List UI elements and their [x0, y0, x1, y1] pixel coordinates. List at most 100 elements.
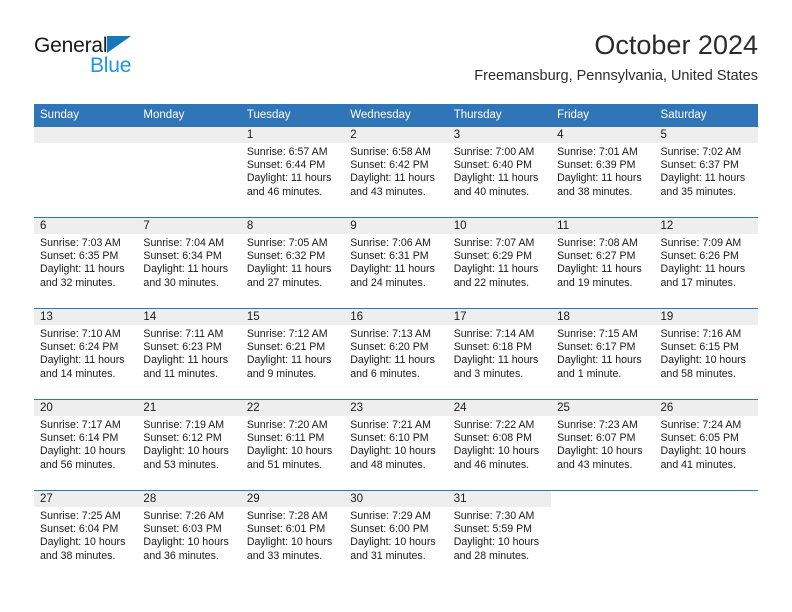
day-number: 29: [240, 491, 345, 507]
calendar-day-cell[interactable]: 5 Sunrise: 7:02 AM Sunset: 6:37 PM Daylight…: [654, 127, 758, 218]
day-details: Sunrise: 7:06 AM Sunset: 6:31 PM Daylight:…: [344, 234, 447, 290]
calendar-day-cell[interactable]: 30 Sunrise: 7:29 AM Sunset: 6:00 PM Dayligh…: [344, 490, 448, 581]
calendar-day-cell[interactable]: [551, 490, 655, 581]
sunset-time: Sunset: 6:42 PM: [350, 159, 429, 172]
calendar-day-cell[interactable]: 4 Sunrise: 7:01 AM Sunset: 6:39 PM Daylight…: [551, 127, 655, 218]
calendar-day-cell[interactable]: 17 Sunrise: 7:14 AM Sunset: 6:18 PM Dayligh…: [447, 308, 552, 400]
sunset-time: Sunset: 6:03 PM: [143, 523, 222, 536]
daylight-duration-line1: Daylight: 11 hours: [350, 354, 435, 367]
calendar-day-cell[interactable]: 29 Sunrise: 7:28 AM Sunset: 6:01 PM Dayligh…: [240, 490, 345, 581]
calendar-week-row: 20 Sunrise: 7:17 AM Sunset: 6:14 PM Dayligh…: [34, 399, 758, 491]
page-title: October 2024: [594, 30, 758, 60]
sunrise-time: Sunrise: 7:19 AM: [143, 419, 225, 431]
day-cell-content: 9 Sunrise: 7:06 AM Sunset: 6:31 PM Daylight…: [344, 218, 448, 308]
calendar-day-cell[interactable]: 13 Sunrise: 7:10 AM Sunset: 6:24 PM Dayligh…: [34, 308, 138, 400]
sunset-time: Sunset: 6:04 PM: [40, 523, 119, 536]
sunset-time: Sunset: 6:24 PM: [40, 341, 119, 354]
day-cell-content: 3 Sunrise: 7:00 AM Sunset: 6:40 PM Daylight…: [447, 127, 552, 217]
daylight-duration-line1: Daylight: 11 hours: [557, 263, 642, 276]
calendar-body: 1 Sunrise: 6:57 AM Sunset: 6:44 PM Daylight…: [34, 127, 758, 581]
day-details: Sunrise: 7:14 AM Sunset: 6:18 PM Daylight:…: [448, 325, 551, 381]
calendar-day-cell[interactable]: 28 Sunrise: 7:26 AM Sunset: 6:03 PM Dayligh…: [137, 490, 241, 581]
calendar-day-cell[interactable]: 6 Sunrise: 7:03 AM Sunset: 6:35 PM Daylight…: [34, 217, 138, 309]
day-number: 31: [447, 491, 552, 507]
calendar-day-cell[interactable]: [654, 490, 758, 581]
calendar-day-cell[interactable]: 25 Sunrise: 7:23 AM Sunset: 6:07 PM Dayligh…: [551, 399, 655, 491]
day-cell-content: 18 Sunrise: 7:15 AM Sunset: 6:17 PM Dayligh…: [551, 309, 655, 399]
daylight-duration-line2: and 9 minutes.: [246, 367, 317, 380]
calendar-day-cell[interactable]: 18 Sunrise: 7:15 AM Sunset: 6:17 PM Dayligh…: [551, 308, 655, 400]
day-cell-empty: [551, 491, 655, 581]
calendar-day-cell[interactable]: 22 Sunrise: 7:20 AM Sunset: 6:11 PM Dayligh…: [240, 399, 345, 491]
daylight-duration-line2: and 14 minutes.: [40, 367, 116, 380]
daylight-duration-line1: Daylight: 11 hours: [557, 354, 642, 367]
sunrise-time: Sunrise: 7:22 AM: [453, 419, 535, 431]
calendar-day-cell[interactable]: 14 Sunrise: 7:11 AM Sunset: 6:23 PM Dayligh…: [137, 308, 241, 400]
day-number: 14: [137, 309, 241, 325]
calendar-day-cell[interactable]: 19 Sunrise: 7:16 AM Sunset: 6:15 PM Dayligh…: [654, 308, 758, 400]
daylight-duration-line2: and 6 minutes.: [350, 367, 420, 380]
day-number: 5: [654, 127, 758, 143]
day-number: 1: [240, 127, 345, 143]
day-number: 10: [447, 218, 552, 234]
calendar-day-cell[interactable]: 31 Sunrise: 7:30 AM Sunset: 5:59 PM Dayligh…: [447, 490, 552, 581]
calendar-day-cell[interactable]: [137, 127, 241, 218]
daylight-duration-line1: Daylight: 10 hours: [350, 445, 436, 458]
day-cell-content: 7 Sunrise: 7:04 AM Sunset: 6:34 PM Daylight…: [137, 218, 241, 308]
daylight-duration-line1: Daylight: 11 hours: [660, 263, 746, 276]
daylight-duration-line1: Daylight: 10 hours: [453, 536, 540, 549]
daylight-duration-line1: Daylight: 11 hours: [246, 354, 332, 367]
sunset-time: Sunset: 6:32 PM: [246, 250, 326, 263]
sunrise-time: Sunrise: 7:25 AM: [40, 510, 121, 522]
weekday-header-monday: Monday: [137, 104, 241, 127]
calendar-day-cell[interactable]: 16 Sunrise: 7:13 AM Sunset: 6:20 PM Dayligh…: [344, 308, 448, 400]
daylight-duration-line2: and 3 minutes.: [453, 367, 524, 380]
day-details: Sunrise: 7:08 AM Sunset: 6:27 PM Daylight:…: [551, 234, 654, 290]
sunset-time: Sunset: 6:11 PM: [246, 432, 325, 445]
day-cell-content: 25 Sunrise: 7:23 AM Sunset: 6:07 PM Dayligh…: [551, 400, 655, 490]
daylight-duration-line2: and 46 minutes.: [453, 458, 530, 471]
daylight-duration-line1: Daylight: 10 hours: [40, 445, 126, 458]
daylight-duration-line1: Daylight: 10 hours: [350, 536, 436, 549]
calendar-day-cell[interactable]: 21 Sunrise: 7:19 AM Sunset: 6:12 PM Dayligh…: [137, 399, 241, 491]
calendar-day-cell[interactable]: [34, 127, 138, 218]
day-details: Sunrise: 7:13 AM Sunset: 6:20 PM Daylight:…: [344, 325, 447, 381]
calendar-day-cell[interactable]: 8 Sunrise: 7:05 AM Sunset: 6:32 PM Daylight…: [240, 217, 345, 309]
calendar-day-cell[interactable]: 12 Sunrise: 7:09 AM Sunset: 6:26 PM Dayligh…: [654, 217, 758, 309]
calendar-day-cell[interactable]: 11 Sunrise: 7:08 AM Sunset: 6:27 PM Dayligh…: [551, 217, 655, 309]
calendar-day-cell[interactable]: 2 Sunrise: 6:58 AM Sunset: 6:42 PM Daylight…: [344, 127, 448, 218]
daylight-duration-line2: and 35 minutes.: [660, 185, 736, 198]
day-details: Sunrise: 7:10 AM Sunset: 6:24 PM Daylight:…: [34, 325, 137, 381]
day-cell-content: 27 Sunrise: 7:25 AM Sunset: 6:04 PM Dayligh…: [34, 491, 138, 581]
calendar-day-cell[interactable]: 24 Sunrise: 7:22 AM Sunset: 6:08 PM Dayligh…: [447, 399, 552, 491]
calendar-day-cell[interactable]: 20 Sunrise: 7:17 AM Sunset: 6:14 PM Dayligh…: [34, 399, 138, 491]
sunrise-time: Sunrise: 7:02 AM: [660, 146, 742, 158]
day-cell-content: 26 Sunrise: 7:24 AM Sunset: 6:05 PM Dayligh…: [654, 400, 758, 490]
calendar-day-cell[interactable]: 3 Sunrise: 7:00 AM Sunset: 6:40 PM Daylight…: [447, 127, 552, 218]
day-details: Sunrise: 7:17 AM Sunset: 6:14 PM Daylight:…: [34, 416, 137, 472]
calendar-day-cell[interactable]: 27 Sunrise: 7:25 AM Sunset: 6:04 PM Dayligh…: [34, 490, 138, 581]
calendar-day-cell[interactable]: 1 Sunrise: 6:57 AM Sunset: 6:44 PM Daylight…: [240, 127, 345, 218]
day-number: 25: [551, 400, 655, 416]
daylight-duration-line1: Daylight: 11 hours: [40, 354, 125, 367]
daylight-duration-line2: and 41 minutes.: [660, 458, 736, 471]
sunrise-time: Sunrise: 7:17 AM: [40, 419, 121, 431]
sunrise-time: Sunrise: 7:15 AM: [557, 328, 638, 340]
day-cell-content: 13 Sunrise: 7:10 AM Sunset: 6:24 PM Dayligh…: [34, 309, 138, 399]
calendar-day-cell[interactable]: 7 Sunrise: 7:04 AM Sunset: 6:34 PM Daylight…: [137, 217, 241, 309]
sunset-time: Sunset: 6:21 PM: [246, 341, 326, 354]
calendar-day-cell[interactable]: 26 Sunrise: 7:24 AM Sunset: 6:05 PM Dayligh…: [654, 399, 758, 491]
day-number: [551, 491, 655, 507]
day-cell-content: 10 Sunrise: 7:07 AM Sunset: 6:29 PM Dayligh…: [447, 218, 552, 308]
calendar-day-cell[interactable]: 10 Sunrise: 7:07 AM Sunset: 6:29 PM Dayligh…: [447, 217, 552, 309]
sunset-time: Sunset: 6:35 PM: [40, 250, 119, 263]
calendar-day-cell[interactable]: 9 Sunrise: 7:06 AM Sunset: 6:31 PM Daylight…: [344, 217, 448, 309]
calendar-day-cell[interactable]: 15 Sunrise: 7:12 AM Sunset: 6:21 PM Dayligh…: [240, 308, 345, 400]
calendar-day-cell[interactable]: 23 Sunrise: 7:21 AM Sunset: 6:10 PM Dayligh…: [344, 399, 448, 491]
day-cell-content: 20 Sunrise: 7:17 AM Sunset: 6:14 PM Dayligh…: [34, 400, 138, 490]
sunrise-time: Sunrise: 6:58 AM: [350, 146, 431, 158]
sunrise-time: Sunrise: 6:57 AM: [246, 146, 328, 158]
day-cell-empty: [34, 127, 138, 217]
sunrise-time: Sunrise: 7:30 AM: [453, 510, 535, 522]
day-number: 4: [551, 127, 655, 143]
